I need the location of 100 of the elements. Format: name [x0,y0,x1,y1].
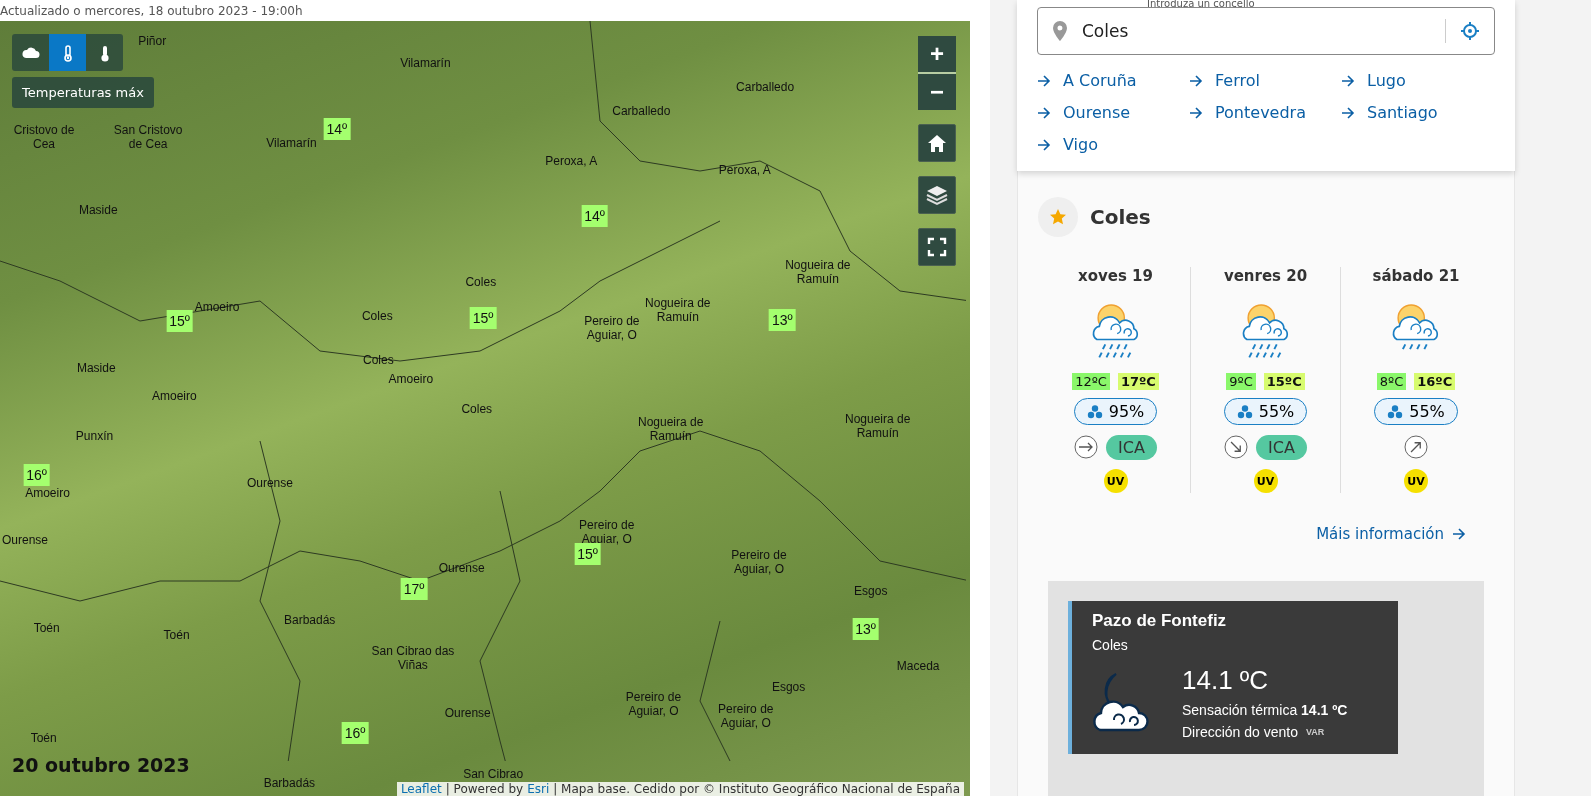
rain-probability: 55% [1223,398,1308,425]
city-link[interactable]: Vigo [1063,133,1098,157]
day-name: venres 20 [1223,267,1308,285]
update-time: Actualizado o mercores, 18 outubro 2023 - 19:00h [0,4,303,18]
place-label: Vilamarín [400,55,451,70]
city-link[interactable]: Pontevedra [1215,101,1306,125]
place-label: Pereiro de Aguiar, O [717,702,775,731]
arrow-right-icon [1452,527,1466,541]
place-label: Piñor [138,33,167,48]
place-label: Maside [78,203,118,218]
current-temperature: 14.1 ºC [1182,665,1270,696]
city-link[interactable]: Ferrol [1215,69,1260,93]
temperature-marker: 14º [581,205,608,228]
locate-icon[interactable] [1460,21,1480,41]
attribution-link[interactable]: Leaflet [400,782,442,796]
place-label: Cristovo de Cea [12,123,76,151]
place-label: Esgos [854,583,888,598]
wind-direction-label: Dirección do vento [1182,724,1298,740]
place-label: Ourense [2,532,49,547]
temperature-marker: 16º [341,721,369,744]
layer-button[interactable] [49,34,86,71]
temperature-marker: 15º [574,543,601,565]
place-label: Nogueira de Ramuín [637,415,705,444]
rain-probability: 55% [1374,398,1458,425]
arrow-right-icon [1341,106,1355,120]
temperature-marker: 13º [852,618,879,641]
min-temperature: 9ºC [1226,373,1256,390]
place-label: San Cristovo de Cea [112,123,184,151]
city-link[interactable]: Lugo [1367,69,1406,93]
place-label: Coles [361,308,393,323]
place-label: Amoeiro [25,486,70,501]
fullscreen-button[interactable] [918,228,956,266]
place-label: Peroxa, A [545,154,598,169]
uv-badge: UV [1253,469,1278,493]
drops-icon [1086,404,1103,419]
min-temperature: 12ºC [1072,373,1110,390]
place-label: Nogueira de Ramuín [784,257,852,286]
place-label: Toén [33,621,60,636]
attribution-link[interactable]: Esri [527,782,550,796]
temperature-marker: 17º [400,577,428,600]
layers-icon [925,183,949,207]
day-name: xoves 19 [1078,267,1153,285]
more-info-link[interactable]: Máis información [1316,525,1444,543]
place-label: Punxín [75,429,114,444]
place-label: San Cibrao [463,767,524,782]
arrow-right-icon [1189,74,1203,88]
place-label: Esgos [771,679,806,694]
place-label: Toén [163,628,190,643]
search-field[interactable]: Coles [1037,7,1495,55]
star-icon [1049,208,1067,226]
temperature-marker: 15º [166,309,193,332]
place-label: Pereiro de Aguiar, O [583,313,641,342]
attribution-text: | Mapa base. Cedido por © Instituto Geográfico Nacional de España [553,782,960,796]
zoom-out-button[interactable]: − [918,74,956,110]
place-label: Maceda [896,658,940,673]
home-button[interactable] [918,124,956,162]
place-label: Coles [362,353,394,368]
place-label: Pereiro de Aguiar, O [624,690,683,719]
city-link[interactable]: A Coruña [1063,69,1137,93]
station-municipality: Coles [1092,637,1129,653]
attribution-text: | Powered by [445,782,524,796]
place-label: Carballedo [612,103,671,118]
arrow-right-icon [1037,106,1051,120]
place-label: San Cibrao das Viñas [370,643,455,672]
place-label: Maside [76,361,116,376]
place-label: Carballedo [736,80,795,95]
city-link[interactable]: Ourense [1063,101,1131,125]
feels-like: Sensación térmica 14.1 ºC [1182,702,1348,718]
max-temperature: 15ºC [1263,373,1305,390]
arrow-right-icon [1341,74,1355,88]
layer-label: Temperaturas máx [12,77,154,108]
place-label: Coles [461,401,493,416]
temperature-marker: 16º [23,463,50,486]
temperature-marker: 15º [469,306,497,329]
place-label: Amoeiro [152,388,197,403]
fullscreen-icon [927,237,947,257]
air-quality-badge: ICA [1106,434,1157,460]
arrow-right-icon [1189,106,1203,120]
arrow-right-icon [1037,138,1051,152]
place-label: Barbadás [263,776,316,791]
zoom-in-button[interactable]: + [918,36,956,72]
place-label: Vilamarín [266,136,317,151]
place-label: Amoeiro [388,372,434,387]
max-temperature: 16ºC [1414,373,1456,390]
drops-icon [1387,404,1404,419]
min-temperature: 8ºC [1376,373,1407,390]
uv-badge: UV [1103,469,1128,493]
drops-icon [1236,404,1253,419]
place-label: Ourense [246,476,293,490]
max-temperature: 17ºC [1117,373,1159,390]
location-pin-icon [1052,21,1068,41]
place-label: Barbadás [283,612,336,627]
temperature-marker: 13º [769,308,796,331]
place-label: Ourense [444,706,491,721]
map-date: 20 outubro 2023 [12,754,190,776]
place-label: Peroxa, A [718,163,771,178]
place-name: Coles [1090,205,1151,229]
air-quality-badge: ICA [1256,434,1307,460]
city-link[interactable]: Santiago [1367,101,1438,125]
layers-button[interactable] [918,176,956,214]
